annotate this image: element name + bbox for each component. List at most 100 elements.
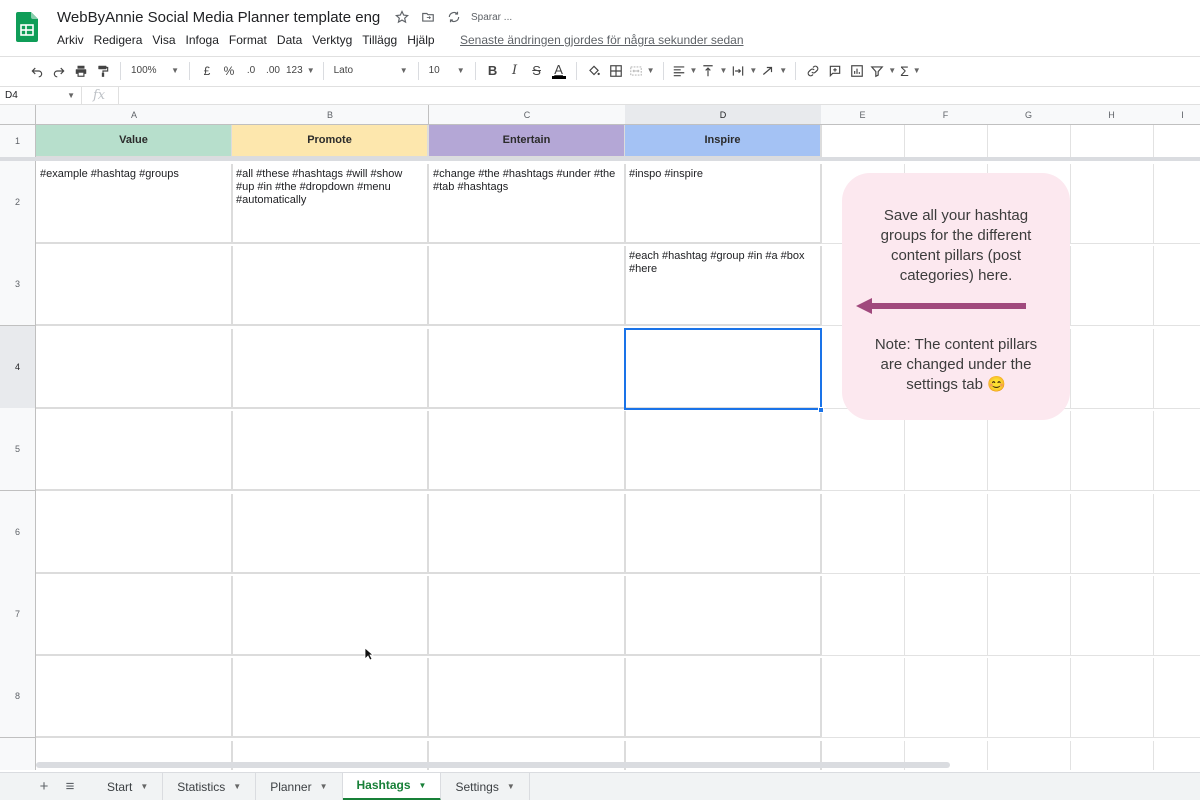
sheet-tab-start[interactable]: Start ▼ (93, 772, 164, 800)
row-header-2[interactable]: 2 (0, 161, 36, 244)
frozen-row-divider[interactable] (0, 157, 1200, 161)
cell-b7[interactable] (232, 576, 429, 656)
menu-infoga[interactable]: Infoga (186, 33, 219, 47)
star-icon[interactable] (393, 8, 411, 26)
cell-g5[interactable] (987, 411, 1071, 491)
text-color-button[interactable]: A (548, 59, 570, 83)
row-header-6[interactable]: 6 (0, 491, 36, 574)
cell-a3[interactable] (36, 246, 233, 326)
cell-a8[interactable] (36, 658, 233, 738)
cell-d4[interactable] (625, 329, 822, 409)
column-header-e[interactable]: E (821, 105, 905, 125)
cell-h1[interactable] (1070, 125, 1154, 158)
cell-i7[interactable] (1153, 576, 1200, 656)
cell-d8[interactable] (625, 658, 822, 738)
cell-a4[interactable] (36, 329, 233, 409)
menu-hjalp[interactable]: Hjälp (407, 33, 434, 47)
cell-a2[interactable]: #example #hashtag #groups (36, 164, 233, 244)
cell-h8[interactable] (1070, 658, 1154, 738)
cell-f7[interactable] (904, 576, 988, 656)
cell-b5[interactable] (232, 411, 429, 491)
row-header-4[interactable]: 4 (0, 326, 36, 409)
sheet-tab-planner[interactable]: Planner ▼ (256, 772, 343, 800)
font-select[interactable]: Lato ▼ (330, 59, 412, 83)
undo-icon[interactable] (26, 59, 48, 83)
menu-tillagg[interactable]: Tillägg (362, 33, 397, 47)
cell-g8[interactable] (987, 658, 1071, 738)
merge-cells-icon[interactable]: ▼ (627, 59, 657, 83)
formula-input[interactable] (118, 87, 1200, 105)
cell-i5[interactable] (1153, 411, 1200, 491)
cell-b3[interactable] (232, 246, 429, 326)
italic-button[interactable]: I (504, 59, 526, 83)
cell-b6[interactable] (232, 494, 429, 574)
font-size-select[interactable]: 10 ▼ (425, 59, 469, 83)
cell-d2[interactable]: #inspo #inspire (625, 164, 822, 244)
column-header-a[interactable]: A (36, 105, 233, 125)
column-header-h[interactable]: H (1070, 105, 1154, 125)
cell-b4[interactable] (232, 329, 429, 409)
zoom-select[interactable]: 100% ▼ (127, 59, 183, 83)
name-box[interactable]: D4 ▼ (0, 87, 82, 105)
menu-arkiv[interactable]: Arkiv (57, 33, 84, 47)
strikethrough-button[interactable]: S (526, 59, 548, 83)
percent-button[interactable]: % (218, 59, 240, 83)
cell-d3[interactable]: #each #hashtag #group #in #a #box #here (625, 246, 822, 326)
cell-f8[interactable] (904, 658, 988, 738)
borders-icon[interactable] (605, 59, 627, 83)
increase-decimals-button[interactable]: .00 (262, 59, 284, 83)
paint-format-icon[interactable] (92, 59, 114, 83)
row-header-7[interactable]: 7 (0, 573, 36, 656)
print-icon[interactable] (70, 59, 92, 83)
row-header-1[interactable]: 1 (0, 125, 36, 158)
cell-d7[interactable] (625, 576, 822, 656)
menu-format[interactable]: Format (229, 33, 267, 47)
column-header-i[interactable]: I (1153, 105, 1200, 125)
cell-h6[interactable] (1070, 494, 1154, 574)
row-header-5[interactable]: 5 (0, 408, 36, 491)
cell-g1[interactable] (987, 125, 1071, 158)
cell-c6[interactable] (429, 494, 626, 574)
cell-c8[interactable] (429, 658, 626, 738)
menu-redigera[interactable]: Redigera (94, 33, 143, 47)
cell-d1[interactable]: Inspire (625, 125, 822, 158)
bold-button[interactable]: B (482, 59, 504, 83)
sheet-tab-settings[interactable]: Settings ▼ (441, 772, 530, 800)
insert-chart-icon[interactable] (846, 59, 868, 83)
currency-button[interactable]: £ (196, 59, 218, 83)
cell-f5[interactable] (904, 411, 988, 491)
cell-h2[interactable] (1070, 164, 1154, 244)
cell-c4[interactable] (429, 329, 626, 409)
cell-a1[interactable]: Value (36, 125, 233, 158)
cell-a7[interactable] (36, 576, 233, 656)
menu-verktyg[interactable]: Verktyg (312, 33, 352, 47)
google-sheets-logo[interactable] (16, 12, 38, 42)
cell-d6[interactable] (625, 494, 822, 574)
cell-h7[interactable] (1070, 576, 1154, 656)
cell-c1[interactable]: Entertain (429, 125, 626, 158)
text-wrap-icon[interactable]: ▼ (729, 59, 759, 83)
vertical-align-icon[interactable]: ▼ (699, 59, 729, 83)
fill-handle[interactable] (818, 407, 824, 413)
cell-c2[interactable]: #change #the #hashtags #under #the #tab … (429, 164, 626, 244)
move-folder-icon[interactable] (419, 8, 437, 26)
cell-e8[interactable] (821, 658, 905, 738)
last-edit-link[interactable]: Senaste ändringen gjordes för några seku… (460, 33, 744, 47)
column-header-g[interactable]: G (987, 105, 1071, 125)
cell-c3[interactable] (429, 246, 626, 326)
cell-h3[interactable] (1070, 246, 1154, 326)
fill-color-icon[interactable] (583, 59, 605, 83)
cell-i2[interactable] (1153, 164, 1200, 244)
column-header-c[interactable]: C (429, 105, 626, 125)
cell-e5[interactable] (821, 411, 905, 491)
cell-g[interactable] (987, 741, 1071, 770)
text-rotation-icon[interactable]: ▼ (759, 59, 789, 83)
cell-h4[interactable] (1070, 329, 1154, 409)
document-title[interactable]: WebByAnnie Social Media Planner template… (57, 9, 380, 26)
cell-i[interactable] (1153, 741, 1200, 770)
functions-button[interactable]: Σ ▼ (898, 59, 923, 83)
row-header-3[interactable]: 3 (0, 243, 36, 326)
cell-e6[interactable] (821, 494, 905, 574)
cell-h[interactable] (1070, 741, 1154, 770)
cell-d5[interactable] (625, 411, 822, 491)
